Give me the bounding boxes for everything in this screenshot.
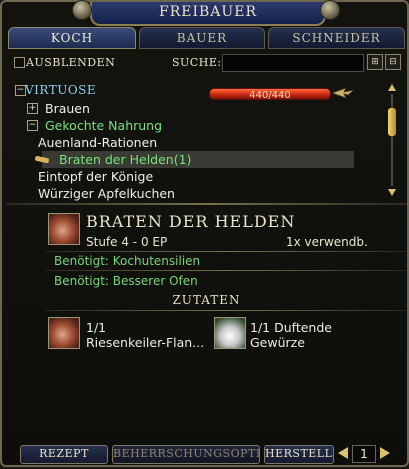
spice-bag-icon[interactable] [214,317,246,349]
tab-rezept[interactable]: REZEPT [20,445,108,464]
recipe-result-icon[interactable] [48,213,80,245]
page-prev-icon[interactable] [338,447,348,459]
close-orb-right-icon[interactable] [320,0,340,20]
expand-all-icon[interactable]: ⊞ [367,54,383,70]
hide-checkbox[interactable] [14,57,25,68]
collapse-icon[interactable]: − [27,120,38,131]
tab-mastery-options[interactable]: BEHERRSCHUNGSOPTIO... [112,445,260,464]
filter-bar: AUSBLENDEN SUCHE: ⊞ ⊟ [12,54,402,72]
tier-progress-text: 440/440 [249,90,291,100]
close-orb-left-icon [72,0,92,20]
meat-icon[interactable] [48,317,80,349]
profession-tabs: KOCH BAUER SCHNEIDER [8,27,405,49]
expand-icon[interactable]: + [27,103,38,114]
tier-arrow-icon [332,87,354,99]
requirement-tools: Benötigt: Kochutensilien [54,254,201,268]
recipe-detail: BRATEN DER HELDEN Stufe 4 - 0 EP 1x verw… [6,207,407,439]
page-number[interactable]: 1 [352,445,376,463]
list-item-label: Braten der Helden(1) [59,152,192,167]
list-item-label: Brauen [45,101,90,116]
ingredients-divider [46,310,406,311]
tab-koch[interactable]: KOCH [8,27,136,49]
hide-label: AUSBLENDEN [26,56,116,69]
scroll-thumb[interactable] [388,108,396,136]
recipe-title: BRATEN DER HELDEN [86,212,296,231]
page-next-icon[interactable] [380,447,390,459]
tier-row[interactable]: − VIRTUOSE 440/440 [12,82,382,100]
ingredients-header: ZUTATEN [172,293,241,307]
scroll-up-icon[interactable] [388,84,396,91]
tier-progress-bar: 440/440 [209,88,331,100]
recipe-level: Stufe 4 - 0 EP [86,235,168,249]
list-item-eintopf[interactable]: Eintopf der Könige [12,168,352,185]
detail-divider [46,251,406,252]
list-scrollbar[interactable] [388,84,396,196]
detail-divider [46,270,406,271]
requirement-oven: Benötigt: Besserer Ofen [54,274,198,288]
list-item-apfelkuchen[interactable]: Würziger Apfelkuchen [12,185,352,202]
collapse-all-icon[interactable]: ⊟ [385,54,401,70]
ingredient-1-count: 1/1 [86,320,107,335]
craft-button[interactable]: HERSTELL... [264,445,334,464]
footer-bar: REZEPT BEHERRSCHUNGSOPTIO... HERSTELL...… [2,440,409,469]
list-item-brauen[interactable]: + Brauen [12,100,352,117]
ingredient-1-name: Riesenkeiler-Flan... [86,335,205,350]
list-item-label: Würziger Apfelkuchen [38,186,175,201]
search-label: SUCHE: [172,56,222,69]
tab-bauer[interactable]: BAUER [139,27,265,49]
recipe-uses: 1x verwendb. [286,235,368,249]
search-input[interactable] [222,54,364,72]
list-item-label: Gekochte Nahrung [45,118,163,133]
ingredient-2-name: Gewürze [250,335,305,350]
recipe-list: − VIRTUOSE 440/440 + Brauen − Gekochte N… [12,78,384,202]
list-item-braten-der-helden[interactable]: Braten der Helden(1) [12,151,352,168]
list-item-label: Eintopf der Könige [38,169,154,184]
tier-name: VIRTUOSE [25,83,97,97]
crafting-window: FREIBAUER KOCH BAUER SCHNEIDER AUSBLENDE… [0,0,409,467]
list-item-gekochte-nahrung[interactable]: − Gekochte Nahrung [12,117,352,134]
ingredient-2-count: 1/1 Duftende [250,320,332,335]
list-item-label: Auenland-Rationen [38,135,158,150]
section-divider [6,203,407,205]
scroll-down-icon[interactable] [388,189,396,196]
tab-schneider[interactable]: SCHNEIDER [268,27,405,49]
recipe-scroll-icon [35,155,49,164]
list-item-auenland-rationen[interactable]: Auenland-Rationen [12,134,352,151]
window-title[interactable]: FREIBAUER [90,2,326,26]
